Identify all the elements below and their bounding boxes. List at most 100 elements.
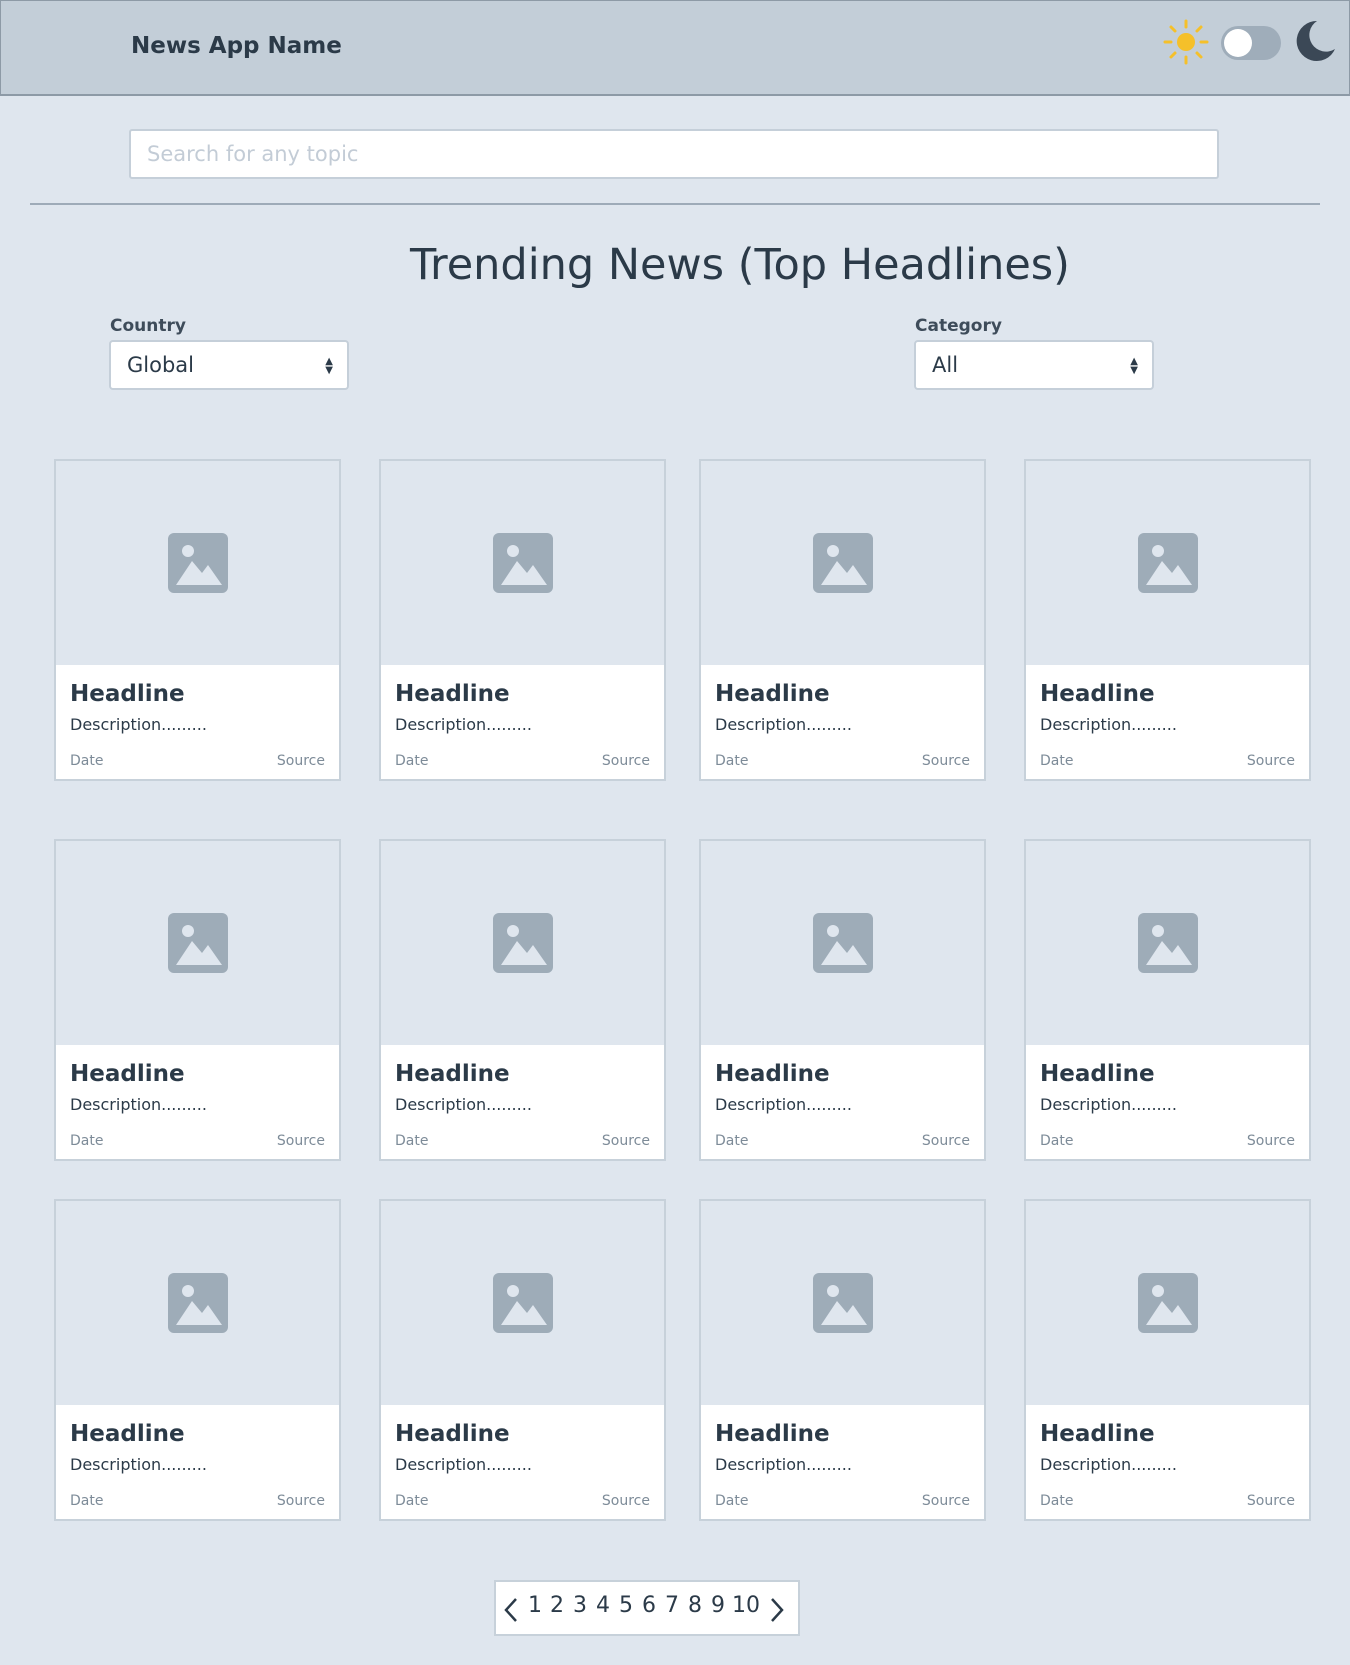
card-body: Headline Description......... Date Source — [381, 1405, 664, 1519]
card-source: Source — [1246, 1493, 1295, 1509]
card-body: Headline Description......... Date Source — [701, 665, 984, 779]
select-arrows-icon: ▲ ▼ — [1130, 356, 1138, 376]
image-placeholder-icon — [493, 913, 553, 973]
card-body: Headline Description......... Date Source — [56, 1045, 339, 1159]
card-body: Headline Description......... Date Source — [701, 1045, 984, 1159]
page-3[interactable]: 3 — [573, 1593, 587, 1618]
page-10[interactable]: 10 — [732, 1593, 760, 1618]
card-description: Description......... — [1040, 1095, 1177, 1114]
image-placeholder-icon — [1138, 533, 1198, 593]
card-source: Source — [276, 753, 325, 769]
news-card[interactable]: Headline Description......... Date Source — [699, 839, 986, 1161]
card-image — [56, 461, 339, 665]
chevron-right-icon[interactable] — [766, 1596, 786, 1624]
image-placeholder-icon — [1138, 1273, 1198, 1333]
card-description: Description......... — [1040, 1455, 1177, 1474]
search-input[interactable] — [129, 129, 1219, 179]
page-5[interactable]: 5 — [619, 1593, 633, 1618]
news-card[interactable]: Headline Description......... Date Source — [1024, 839, 1311, 1161]
image-placeholder-icon — [168, 1273, 228, 1333]
country-select-value: Global — [127, 353, 194, 377]
divider — [30, 203, 1320, 205]
card-image — [701, 841, 984, 1045]
chevron-left-icon[interactable] — [502, 1596, 522, 1624]
card-headline: Headline — [1040, 1061, 1155, 1087]
image-placeholder-icon — [493, 1273, 553, 1333]
card-description: Description......... — [395, 1095, 532, 1114]
page-6[interactable]: 6 — [642, 1593, 656, 1618]
page-8[interactable]: 8 — [688, 1593, 702, 1618]
news-card[interactable]: Headline Description......... Date Source — [54, 1199, 341, 1521]
pagination: 1 2 3 4 5 6 7 8 9 10 — [494, 1580, 800, 1636]
news-card[interactable]: Headline Description......... Date Source — [699, 459, 986, 781]
card-description: Description......... — [1040, 715, 1177, 734]
image-placeholder-icon — [168, 913, 228, 973]
card-body: Headline Description......... Date Source — [1026, 665, 1309, 779]
page-4[interactable]: 4 — [596, 1593, 610, 1618]
image-placeholder-icon — [1138, 913, 1198, 973]
card-headline: Headline — [395, 681, 510, 707]
image-placeholder-icon — [168, 533, 228, 593]
news-card[interactable]: Headline Description......... Date Source — [1024, 459, 1311, 781]
card-headline: Headline — [70, 681, 185, 707]
image-placeholder-icon — [813, 1273, 873, 1333]
card-description: Description......... — [395, 1455, 532, 1474]
news-card[interactable]: Headline Description......... Date Source — [54, 839, 341, 1161]
card-source: Source — [601, 1133, 650, 1149]
card-date: Date — [1040, 1493, 1074, 1509]
card-source: Source — [601, 1493, 650, 1509]
card-date: Date — [395, 1133, 429, 1149]
select-arrows-icon: ▲ ▼ — [325, 356, 333, 376]
image-placeholder-icon — [813, 913, 873, 973]
card-body: Headline Description......... Date Source — [1026, 1405, 1309, 1519]
card-headline: Headline — [70, 1421, 185, 1447]
card-date: Date — [1040, 1133, 1074, 1149]
card-headline: Headline — [1040, 1421, 1155, 1447]
card-body: Headline Description......... Date Source — [381, 665, 664, 779]
page-7[interactable]: 7 — [665, 1593, 679, 1618]
card-headline: Headline — [395, 1061, 510, 1087]
country-select[interactable]: Global ▲ ▼ — [109, 340, 349, 390]
app-header: News App Name — [0, 0, 1350, 96]
page-2[interactable]: 2 — [550, 1593, 564, 1618]
news-card[interactable]: Headline Description......... Date Source — [1024, 1199, 1311, 1521]
theme-toggle[interactable] — [1221, 26, 1281, 60]
card-headline: Headline — [715, 1061, 830, 1087]
card-image — [1026, 841, 1309, 1045]
card-image — [1026, 461, 1309, 665]
news-card[interactable]: Headline Description......... Date Source — [54, 459, 341, 781]
card-image — [381, 841, 664, 1045]
news-card[interactable]: Headline Description......... Date Source — [379, 1199, 666, 1521]
moon-icon[interactable] — [1293, 19, 1337, 63]
news-card[interactable]: Headline Description......... Date Source — [379, 839, 666, 1161]
news-card[interactable]: Headline Description......... Date Source — [699, 1199, 986, 1521]
card-date: Date — [715, 753, 749, 769]
card-description: Description......... — [715, 1455, 852, 1474]
card-description: Description......... — [70, 1095, 207, 1114]
card-body: Headline Description......... Date Source — [56, 665, 339, 779]
card-image — [1026, 1201, 1309, 1405]
card-headline: Headline — [715, 1421, 830, 1447]
card-body: Headline Description......... Date Source — [381, 1045, 664, 1159]
card-description: Description......... — [70, 1455, 207, 1474]
category-select[interactable]: All ▲ ▼ — [914, 340, 1154, 390]
card-date: Date — [715, 1133, 749, 1149]
card-body: Headline Description......... Date Source — [56, 1405, 339, 1519]
card-source: Source — [921, 1133, 970, 1149]
card-headline: Headline — [1040, 681, 1155, 707]
news-card[interactable]: Headline Description......... Date Source — [379, 459, 666, 781]
card-headline: Headline — [70, 1061, 185, 1087]
sun-icon[interactable] — [1163, 19, 1209, 65]
page-1[interactable]: 1 — [528, 1593, 542, 1618]
app-name: News App Name — [131, 33, 342, 59]
card-date: Date — [70, 1493, 104, 1509]
card-source: Source — [921, 1493, 970, 1509]
image-placeholder-icon — [813, 533, 873, 593]
card-source: Source — [1246, 1133, 1295, 1149]
card-image — [56, 841, 339, 1045]
card-date: Date — [70, 1133, 104, 1149]
card-date: Date — [395, 753, 429, 769]
card-source: Source — [276, 1493, 325, 1509]
page-9[interactable]: 9 — [711, 1593, 725, 1618]
card-source: Source — [921, 753, 970, 769]
